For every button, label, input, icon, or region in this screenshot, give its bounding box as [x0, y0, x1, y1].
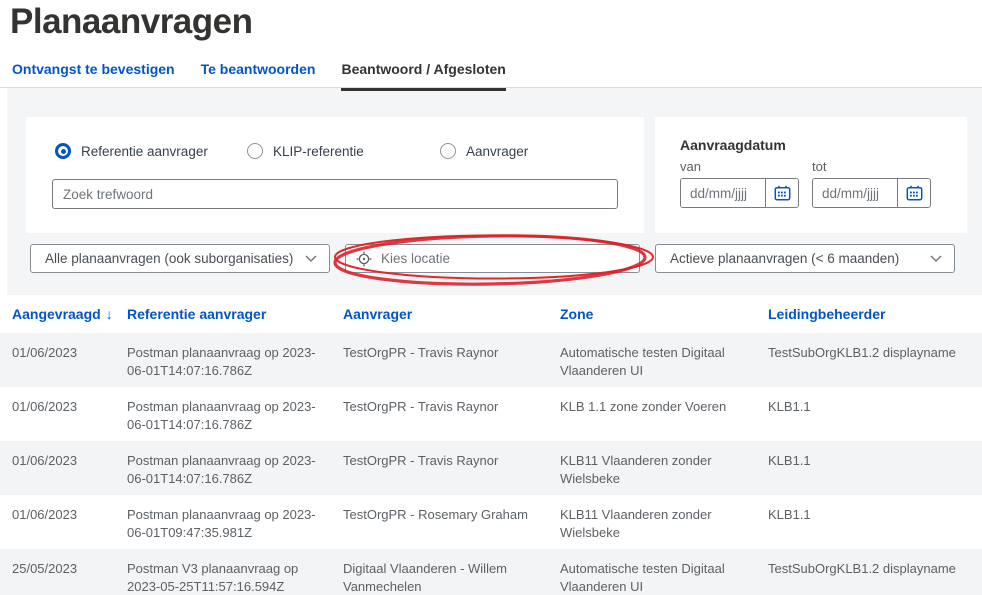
date-filter-title: Aanvraagdatum — [680, 137, 786, 153]
cell-leidingbeheerder: TestSubOrgKLB1.2 displayname — [768, 560, 982, 595]
radio-referentie-aanvrager[interactable]: Referentie aanvrager — [55, 143, 208, 159]
cell-aanvrager: TestOrgPR - Travis Raynor — [343, 398, 560, 433]
tab-bar: Ontvangst te bevestigen Te beantwoorden … — [12, 61, 506, 91]
tab-te-beantwoorden[interactable]: Te beantwoorden — [201, 61, 316, 91]
date-to-input[interactable] — [813, 179, 897, 207]
cell-referentie: Postman planaanvraag op 2023-06-01T09:47… — [127, 506, 343, 541]
calendar-icon — [774, 185, 791, 201]
radio-unselected-icon — [247, 143, 263, 159]
cell-aanvrager: Digitaal Vlaanderen - Willem Vanmechelen — [343, 560, 560, 595]
col-header-referentie-aanvrager[interactable]: Referentie aanvrager — [127, 306, 343, 322]
location-picker[interactable]: Kies locatie — [345, 244, 640, 273]
tab-ontvangst-te-bevestigen[interactable]: Ontvangst te bevestigen — [12, 61, 175, 91]
table-header-row: Aangevraagd ↓ Referentie aanvrager Aanvra… — [0, 295, 982, 333]
cell-leidingbeheerder: TestSubOrgKLB1.2 displayname — [768, 344, 982, 379]
calendar-icon — [906, 185, 923, 201]
cell-aangevraagd: 25/05/2023 — [12, 560, 127, 595]
status-filter-value: Actieve planaanvragen (< 6 maanden) — [670, 251, 899, 266]
cell-zone: Automatische testen Digitaal Vlaanderen … — [560, 344, 768, 379]
radio-selected-icon — [55, 143, 71, 159]
radio-label: Aanvrager — [466, 144, 528, 159]
table-row[interactable]: 01/06/2023 Postman planaanvraag op 2023-… — [0, 495, 982, 549]
location-picker-placeholder: Kies locatie — [381, 251, 450, 266]
search-filter-panel — [26, 117, 644, 233]
cell-referentie: Postman planaanvraag op 2023-06-01T14:07… — [127, 452, 343, 487]
sort-descending-icon[interactable]: ↓ — [106, 306, 113, 322]
cell-leidingbeheerder: KLB1.1 — [768, 452, 982, 487]
radio-unselected-icon — [440, 143, 456, 159]
cell-referentie: Postman planaanvraag op 2023-06-01T14:07… — [127, 398, 343, 433]
page-title: Planaanvragen — [10, 2, 253, 42]
table-body: 01/06/2023 Postman planaanvraag op 2023-… — [0, 333, 982, 595]
cell-aangevraagd: 01/06/2023 — [12, 506, 127, 541]
cell-referentie: Postman planaanvraag op 2023-06-01T14:07… — [127, 344, 343, 379]
radio-klip-referentie[interactable]: KLIP-referentie — [247, 143, 364, 159]
cell-zone: KLB11 Vlaanderen zonder Wielsbeke — [560, 452, 768, 487]
date-to-calendar-button[interactable] — [897, 179, 930, 207]
cell-aangevraagd: 01/06/2023 — [12, 452, 127, 487]
radio-aanvrager[interactable]: Aanvrager — [440, 143, 528, 159]
cell-aanvrager: TestOrgPR - Rosemary Graham — [343, 506, 560, 541]
date-from-calendar-button[interactable] — [765, 179, 798, 207]
col-header-aanvrager[interactable]: Aanvrager — [343, 306, 560, 322]
planaanvragen-page: Planaanvragen Ontvangst te bevestigen Te… — [0, 0, 982, 595]
status-filter-dropdown[interactable]: Actieve planaanvragen (< 6 maanden) — [655, 244, 955, 273]
cell-leidingbeheerder: KLB1.1 — [768, 506, 982, 541]
col-header-label: Aangevraagd — [12, 306, 101, 322]
table-row[interactable]: 01/06/2023 Postman planaanvraag op 2023-… — [0, 333, 982, 387]
col-header-aangevraagd[interactable]: Aangevraagd ↓ — [12, 306, 127, 322]
org-filter-dropdown[interactable]: Alle planaanvragen (ook suborganisaties) — [30, 244, 330, 273]
cell-aanvrager: TestOrgPR - Travis Raynor — [343, 344, 560, 379]
date-from-field — [680, 178, 799, 208]
date-filter-panel — [655, 117, 967, 233]
radio-label: Referentie aanvrager — [81, 144, 208, 159]
cell-aangevraagd: 01/06/2023 — [12, 398, 127, 433]
col-header-leidingbeheerder[interactable]: Leidingbeheerder — [768, 306, 982, 322]
cell-zone: KLB 1.1 zone zonder Voeren — [560, 398, 768, 433]
cell-zone: Automatische testen Digitaal Vlaanderen … — [560, 560, 768, 595]
cell-referentie: Postman V3 planaanvraag op 2023-05-25T11… — [127, 560, 343, 595]
search-input[interactable] — [52, 179, 618, 209]
col-header-zone[interactable]: Zone — [560, 306, 768, 322]
table-row[interactable]: 01/06/2023 Postman planaanvraag op 2023-… — [0, 441, 982, 495]
date-to-field — [812, 178, 931, 208]
table-row[interactable]: 01/06/2023 Postman planaanvraag op 2023-… — [0, 387, 982, 441]
cell-leidingbeheerder: KLB1.1 — [768, 398, 982, 433]
chevron-down-icon — [930, 255, 942, 262]
date-from-input[interactable] — [681, 179, 765, 207]
tab-beantwoord-afgesloten[interactable]: Beantwoord / Afgesloten — [341, 61, 505, 91]
org-filter-value: Alle planaanvragen (ook suborganisaties) — [45, 251, 293, 266]
date-to-label: tot — [812, 159, 826, 174]
radio-label: KLIP-referentie — [273, 144, 364, 159]
cell-aangevraagd: 01/06/2023 — [12, 344, 127, 379]
table-row[interactable]: 25/05/2023 Postman V3 planaanvraag op 20… — [0, 549, 982, 595]
cell-zone: KLB11 Vlaanderen zonder Wielsbeke — [560, 506, 768, 541]
chevron-down-icon — [305, 255, 317, 262]
location-target-icon — [356, 251, 372, 267]
cell-aanvrager: TestOrgPR - Travis Raynor — [343, 452, 560, 487]
date-from-label: van — [680, 159, 701, 174]
